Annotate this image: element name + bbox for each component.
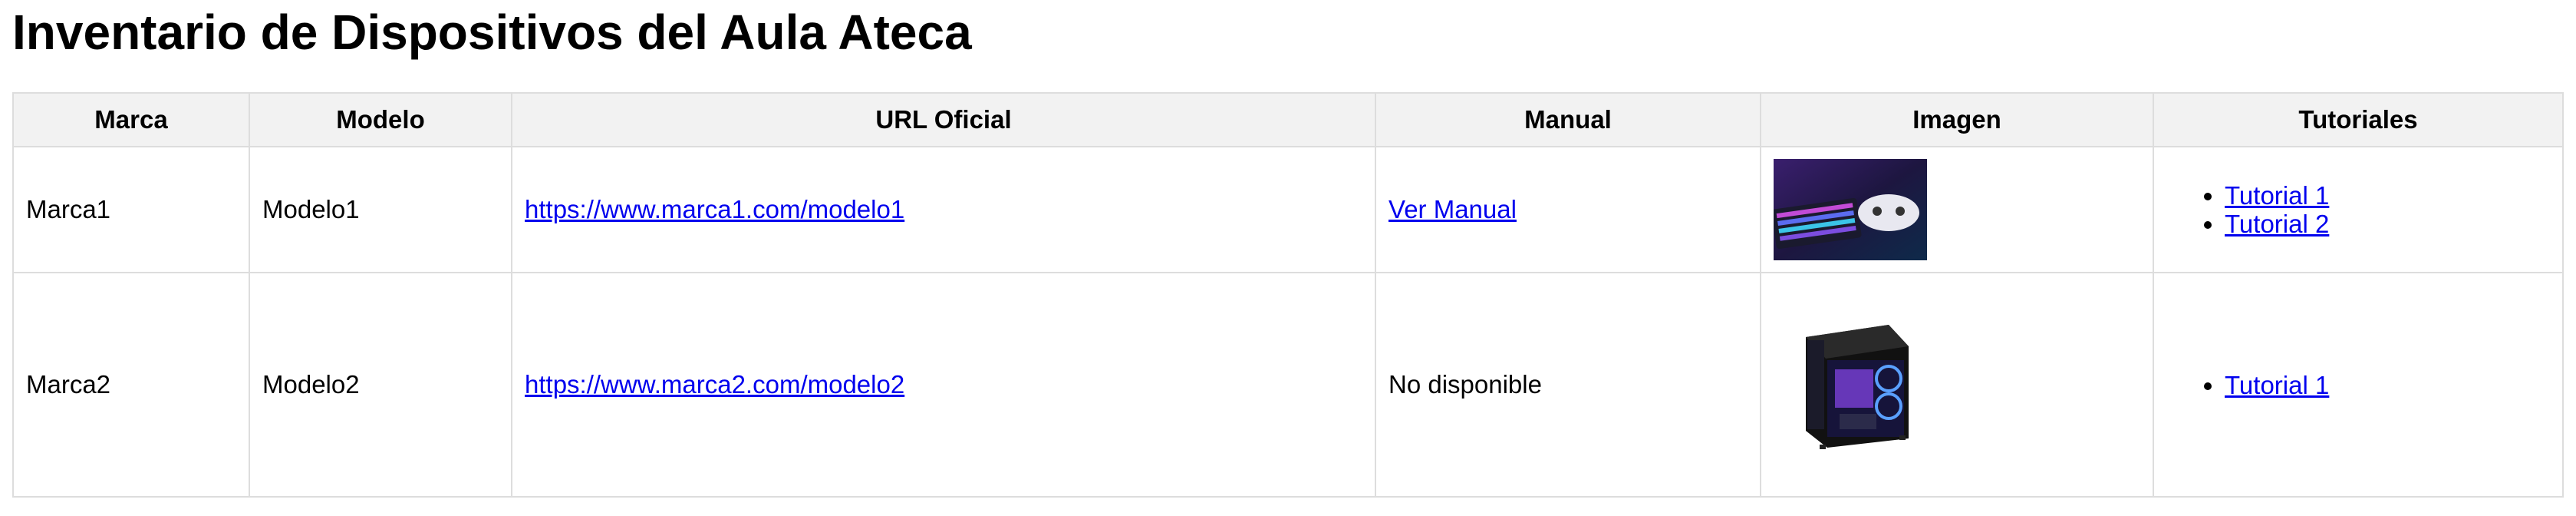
cell-modelo: Modelo1 [249, 146, 512, 273]
official-url-link[interactable]: https://www.marca1.com/modelo1 [525, 195, 904, 223]
cell-url: https://www.marca2.com/modelo2 [511, 272, 1376, 498]
official-url-link[interactable]: https://www.marca2.com/modelo2 [525, 370, 904, 399]
tutorial-link[interactable]: Tutorial 2 [2225, 210, 2329, 238]
devices-table: Marca Modelo URL Oficial Manual Imagen T… [12, 92, 2564, 498]
cell-manual: Ver Manual [1375, 146, 1761, 273]
device-image [1774, 316, 1927, 454]
tutorial-list: Tutorial 1 Tutorial 2 [2166, 181, 2550, 238]
header-tutoriales: Tutoriales [2153, 92, 2564, 147]
manual-link[interactable]: Ver Manual [1388, 195, 1517, 223]
tutorial-link[interactable]: Tutorial 1 [2225, 371, 2329, 399]
list-item: Tutorial 2 [2225, 210, 2550, 238]
list-item: Tutorial 1 [2225, 181, 2550, 210]
cell-marca: Marca1 [12, 146, 250, 273]
tutorial-list: Tutorial 1 [2166, 371, 2550, 399]
list-item: Tutorial 1 [2225, 371, 2550, 399]
table-row: Marca1 Modelo1 https://www.marca1.com/mo… [12, 146, 2564, 273]
header-manual: Manual [1375, 92, 1761, 147]
table-row: Marca2 Modelo2 https://www.marca2.com/mo… [12, 272, 2564, 498]
cell-url: https://www.marca1.com/modelo1 [511, 146, 1376, 273]
header-modelo: Modelo [249, 92, 512, 147]
cell-imagen [1760, 272, 2154, 498]
tutorial-link[interactable]: Tutorial 1 [2225, 181, 2329, 210]
header-imagen: Imagen [1760, 92, 2154, 147]
cell-manual: No disponible [1375, 272, 1761, 498]
page-title: Inventario de Dispositivos del Aula Atec… [12, 5, 972, 60]
table-header-row: Marca Modelo URL Oficial Manual Imagen T… [12, 92, 2564, 147]
cell-tutoriales: Tutorial 1 [2153, 272, 2564, 498]
cell-marca: Marca2 [12, 272, 250, 498]
cell-imagen [1760, 146, 2154, 273]
cell-modelo: Modelo2 [249, 272, 512, 498]
page: Inventario de Dispositivos del Aula Atec… [0, 0, 2576, 498]
header-url-oficial: URL Oficial [511, 92, 1376, 147]
header-marca: Marca [12, 92, 250, 147]
cell-tutoriales: Tutorial 1 Tutorial 2 [2153, 146, 2564, 273]
device-image [1774, 159, 1927, 260]
